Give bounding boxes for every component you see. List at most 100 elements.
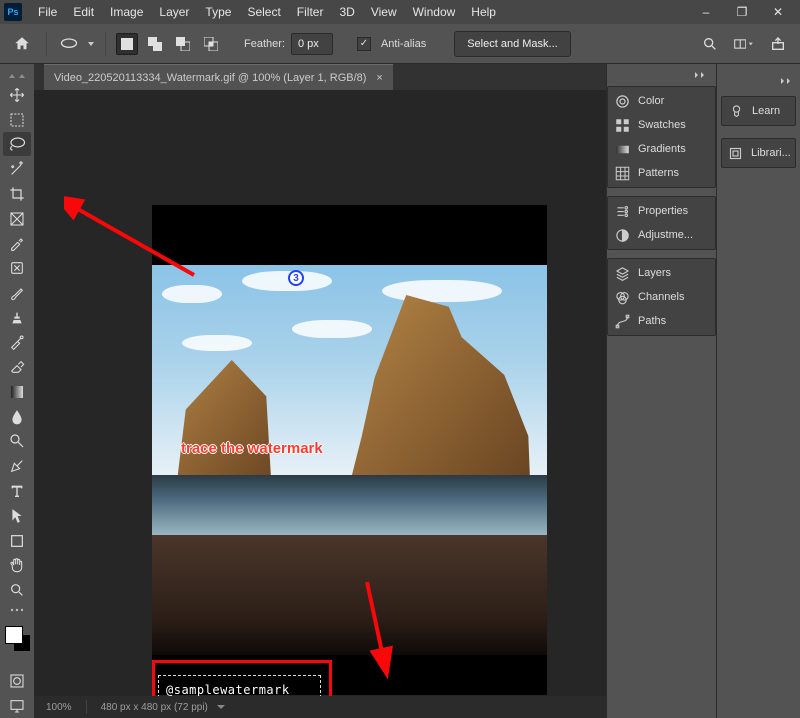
tools-panel-handle-icon xyxy=(0,70,34,82)
eyedropper-tool[interactable] xyxy=(3,231,31,255)
rectangular-marquee-tool[interactable] xyxy=(3,108,31,132)
properties-icon xyxy=(614,203,630,219)
menu-help[interactable]: Help xyxy=(463,1,504,23)
history-brush-tool[interactable] xyxy=(3,331,31,355)
document-tab-title: Video_220520113334_Watermark.gif @ 100% … xyxy=(54,72,366,84)
move-tool[interactable] xyxy=(3,83,31,107)
canvas-image-reflection xyxy=(152,535,547,655)
rectangle-tool[interactable] xyxy=(3,529,31,553)
type-tool[interactable] xyxy=(3,479,31,503)
menu-view[interactable]: View xyxy=(363,1,405,23)
channels-icon xyxy=(614,289,630,305)
panel-item-gradients[interactable]: Gradients xyxy=(608,137,715,161)
options-bar: Feather: 0 px Anti-alias Select and Mask… xyxy=(0,24,800,64)
menu-layer[interactable]: Layer xyxy=(151,1,197,23)
home-button[interactable] xyxy=(8,30,36,58)
canvas-area[interactable]: @samplewatermark 3 trace the watermark xyxy=(34,90,606,696)
separator xyxy=(46,32,47,56)
zoom-tool[interactable] xyxy=(3,578,31,602)
select-and-mask-button[interactable]: Select and Mask... xyxy=(454,31,571,57)
status-bar: 100% 480 px x 480 px (72 ppi) xyxy=(34,696,606,718)
panel-collapse-icon[interactable] xyxy=(778,74,796,88)
window-close-button[interactable]: ✕ xyxy=(760,0,796,24)
edit-toolbar-icon[interactable] xyxy=(3,603,31,617)
menu-image[interactable]: Image xyxy=(102,1,151,23)
annotation-trace-text: trace the watermark xyxy=(181,440,323,457)
blur-tool[interactable] xyxy=(3,405,31,429)
panel-item-learn[interactable]: Learn xyxy=(722,99,795,123)
panel-item-channels[interactable]: Channels xyxy=(608,285,715,309)
menu-select[interactable]: Select xyxy=(239,1,288,23)
menu-window[interactable]: Window xyxy=(405,1,464,23)
annotation-red-rectangle xyxy=(152,660,332,696)
menu-3d[interactable]: 3D xyxy=(331,1,362,23)
status-zoom[interactable]: 100% xyxy=(46,702,72,713)
foreground-background-colors[interactable] xyxy=(3,624,31,654)
gradients-icon xyxy=(614,141,630,157)
annotation-step-number: 3 xyxy=(288,270,304,286)
path-selection-tool[interactable] xyxy=(3,504,31,528)
panel-item-swatches[interactable]: Swatches xyxy=(608,113,715,137)
selection-mode-add-button[interactable] xyxy=(144,33,166,55)
lasso-tool[interactable] xyxy=(3,132,31,156)
hand-tool[interactable] xyxy=(3,553,31,577)
gradient-tool[interactable] xyxy=(3,380,31,404)
menu-file[interactable]: File xyxy=(30,1,65,23)
feather-input[interactable]: 0 px xyxy=(291,33,333,55)
panel-item-paths[interactable]: Paths xyxy=(608,309,715,333)
canvas-image-sea xyxy=(152,475,547,535)
quick-mask-mode-button[interactable] xyxy=(3,669,31,693)
layers-icon xyxy=(614,265,630,281)
menu-type[interactable]: Type xyxy=(197,1,239,23)
workspace-switcher-icon[interactable] xyxy=(734,34,754,54)
selection-mode-subtract-button[interactable] xyxy=(172,33,194,55)
dodge-tool[interactable] xyxy=(3,430,31,454)
app-logo: Ps xyxy=(4,3,22,21)
anti-alias-checkbox[interactable] xyxy=(357,37,371,51)
document-tab-bar: Video_220520113334_Watermark.gif @ 100% … xyxy=(34,64,606,90)
color-icon xyxy=(614,93,630,109)
pen-tool[interactable] xyxy=(3,454,31,478)
frame-tool[interactable] xyxy=(3,207,31,231)
selection-mode-intersect-button[interactable] xyxy=(200,33,222,55)
search-icon[interactable] xyxy=(700,34,720,54)
panel-item-libraries[interactable]: Librari... xyxy=(722,141,795,165)
paths-icon xyxy=(614,313,630,329)
libraries-icon xyxy=(728,145,743,161)
app-root: Ps File Edit Image Layer Type Select Fil… xyxy=(0,0,800,718)
panel-item-color[interactable]: Color xyxy=(608,89,715,113)
spot-healing-brush-tool[interactable] xyxy=(3,256,31,280)
clone-stamp-tool[interactable] xyxy=(3,306,31,330)
selection-mode-new-button[interactable] xyxy=(116,33,138,55)
crop-tool[interactable] xyxy=(3,182,31,206)
right-panel-dock: Learn Librari... xyxy=(716,64,800,718)
status-dimensions: 480 px x 480 px (72 ppi) xyxy=(101,702,208,713)
tools-panel xyxy=(0,64,34,718)
panel-item-patterns[interactable]: Patterns xyxy=(608,161,715,185)
lasso-tool-icon[interactable] xyxy=(57,32,81,56)
document-tab[interactable]: Video_220520113334_Watermark.gif @ 100% … xyxy=(44,64,393,90)
magic-wand-tool[interactable] xyxy=(3,157,31,181)
swatches-icon xyxy=(614,117,630,133)
panel-collapse-icon[interactable] xyxy=(692,68,710,82)
menu-filter[interactable]: Filter xyxy=(289,1,332,23)
window-controls: – ❐ ✕ xyxy=(688,0,796,24)
brush-tool[interactable] xyxy=(3,281,31,305)
share-icon[interactable] xyxy=(768,34,788,54)
screen-mode-button[interactable] xyxy=(3,694,31,718)
window-restore-button[interactable]: ❐ xyxy=(724,0,760,24)
titlebar: Ps File Edit Image Layer Type Select Fil… xyxy=(0,0,800,24)
menu-edit[interactable]: Edit xyxy=(65,1,102,23)
window-minimize-button[interactable]: – xyxy=(688,0,724,24)
close-tab-icon[interactable]: × xyxy=(376,72,382,84)
workspace: Video_220520113334_Watermark.gif @ 100% … xyxy=(34,64,606,718)
separator xyxy=(105,32,106,56)
adjustments-icon xyxy=(614,227,630,243)
panel-item-layers[interactable]: Layers xyxy=(608,261,715,285)
panel-item-properties[interactable]: Properties xyxy=(608,199,715,223)
status-bar-flyout-icon[interactable] xyxy=(216,702,226,712)
foreground-color-swatch[interactable] xyxy=(5,626,23,644)
panel-item-adjustments[interactable]: Adjustme... xyxy=(608,223,715,247)
learn-icon xyxy=(728,103,744,119)
eraser-tool[interactable] xyxy=(3,355,31,379)
